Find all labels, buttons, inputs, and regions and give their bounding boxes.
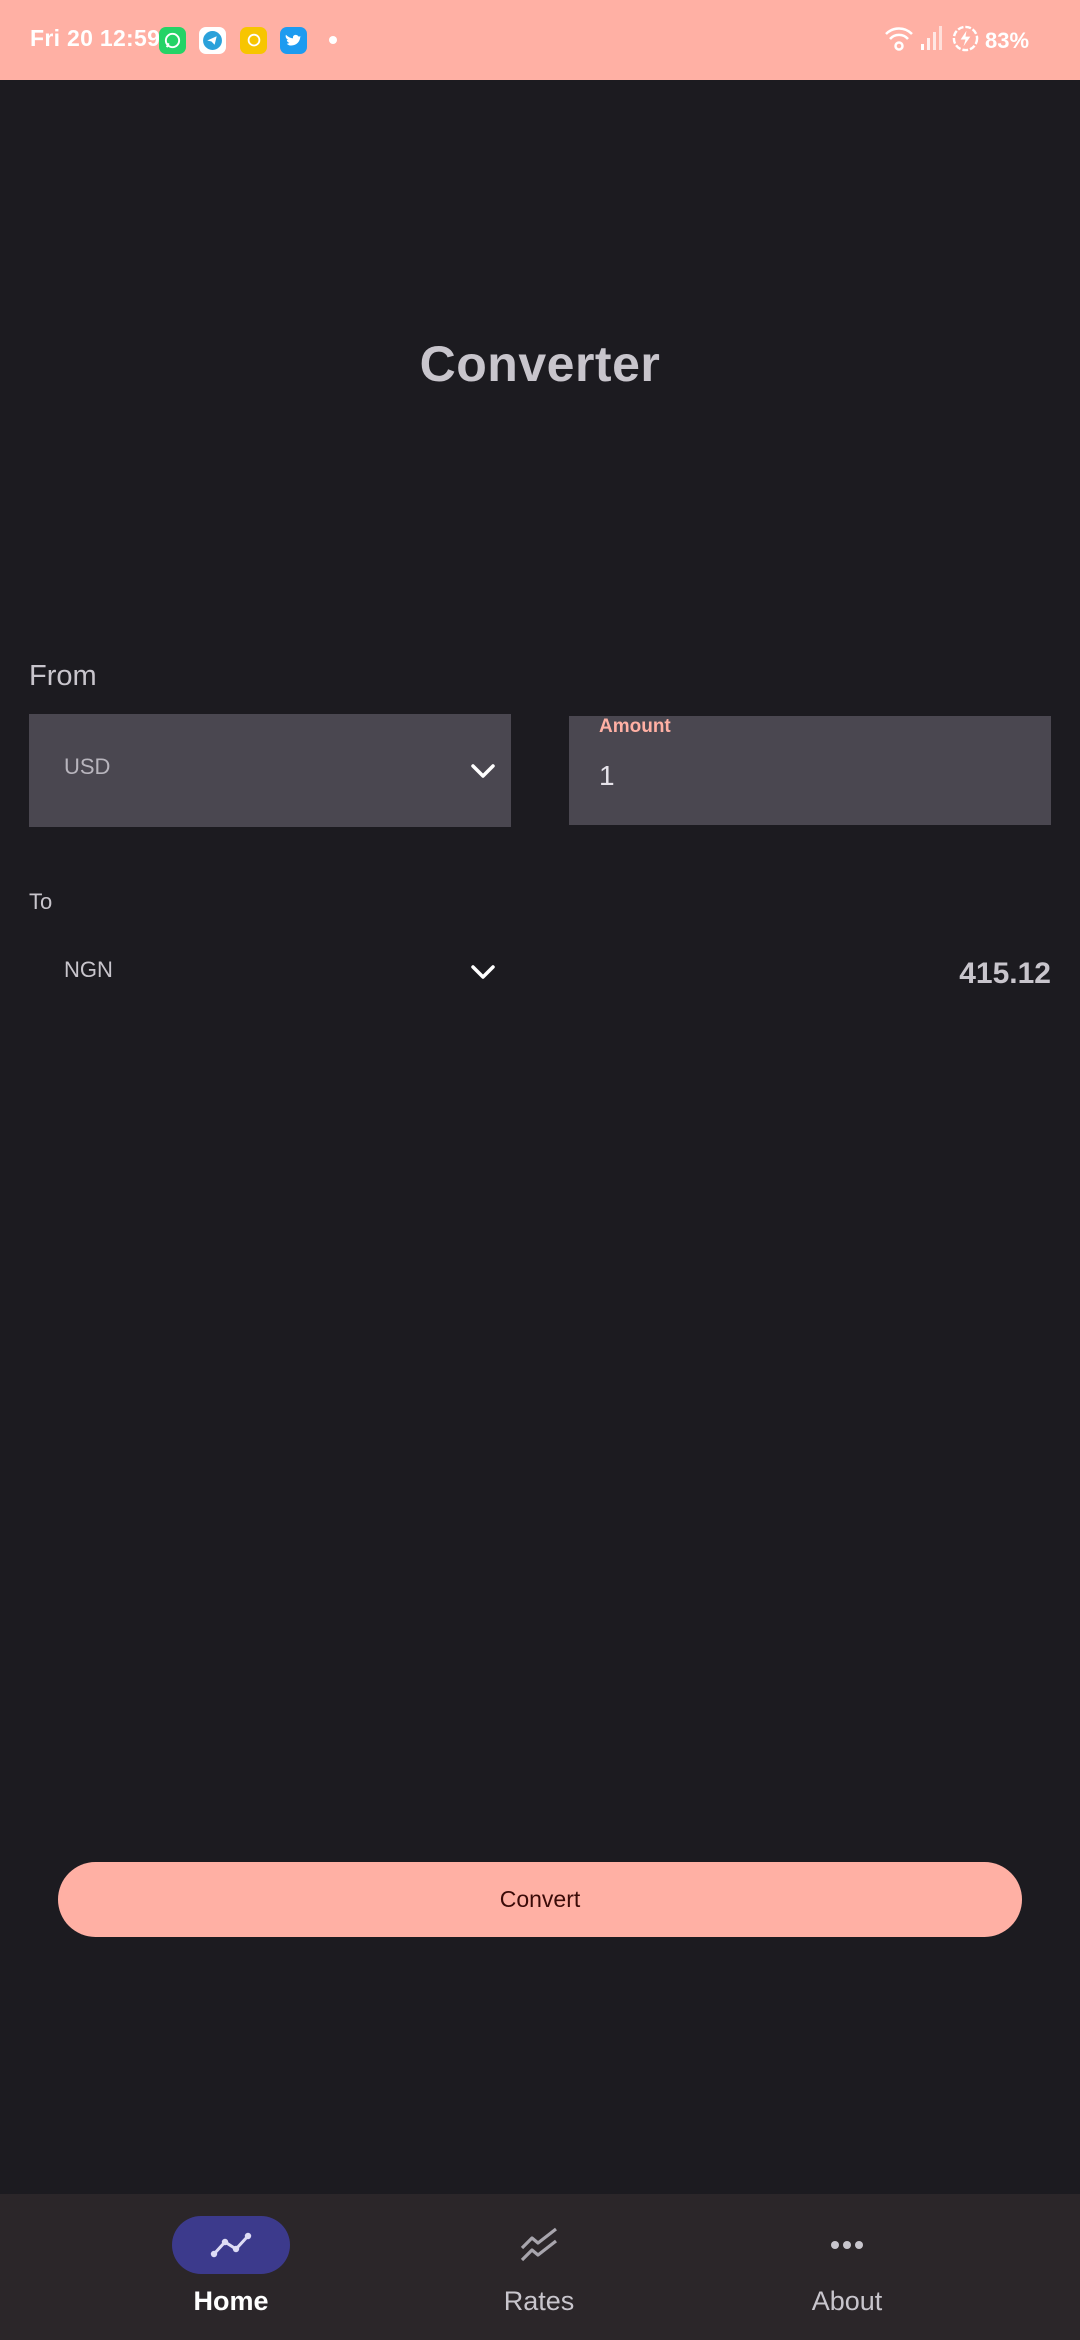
to-currency-select[interactable]: NGN	[29, 915, 511, 1025]
battery-percentage: 83%	[985, 28, 1030, 53]
from-label: From	[29, 660, 97, 692]
nav-label-rates: Rates	[503, 2286, 575, 2316]
twitter-icon	[280, 27, 307, 54]
page-title: Converter	[419, 336, 661, 392]
wifi-icon	[884, 24, 914, 57]
chevron-down-icon	[471, 764, 495, 778]
trending-icon	[520, 2227, 557, 2262]
nav-active-indicator	[172, 2216, 290, 2274]
whatsapp-icon	[159, 27, 186, 54]
amount-input[interactable]: 1	[599, 760, 615, 792]
amount-field[interactable]: Amount 1	[569, 716, 1051, 825]
telegram-icon	[199, 27, 226, 54]
nav-item-home[interactable]: Home	[131, 2194, 331, 2340]
converted-result: 415.12	[959, 957, 1051, 990]
chart-line-icon	[210, 2232, 252, 2258]
nav-item-about[interactable]: About	[747, 2194, 947, 2340]
to-label: To	[29, 889, 53, 914]
nav-label-about: About	[811, 2286, 883, 2316]
battery-saver-icon	[951, 24, 980, 58]
nav-item-rates[interactable]: Rates	[439, 2194, 639, 2340]
from-currency-value: USD	[64, 754, 111, 779]
signal-icon	[920, 24, 942, 57]
status-bar: Fri 20 12:59 83%	[0, 0, 1080, 80]
bottom-navigation: Home Rates About	[0, 2194, 1080, 2340]
snapchat-icon	[240, 27, 267, 54]
amount-label: Amount	[599, 716, 671, 737]
convert-button[interactable]: Convert	[58, 1862, 1022, 1937]
from-currency-select[interactable]: USD	[29, 714, 511, 827]
notification-dot	[329, 36, 337, 44]
nav-label-home: Home	[193, 2286, 269, 2316]
more-horiz-icon	[831, 2241, 863, 2249]
status-time: Fri 20 12:59	[30, 25, 161, 51]
to-currency-value: NGN	[64, 957, 113, 982]
chevron-down-icon	[471, 965, 495, 979]
